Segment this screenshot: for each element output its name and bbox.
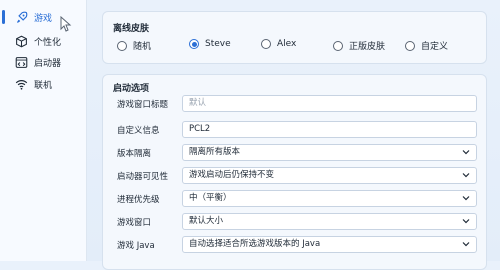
launcher-visibility-row: 启动器可见性 游戏启动后仍保持不变 <box>103 167 488 185</box>
sidebar-item-game[interactable]: 游戏 <box>0 6 86 28</box>
window-title-input[interactable]: 默认 <box>182 95 477 112</box>
chevron-down-icon <box>462 173 470 178</box>
launch-options-card: 启动选项 游戏窗口标题 默认 自定义信息 PCL2 版本隔离 隔离所有版本 启动… <box>102 74 487 270</box>
skin-option-random[interactable]: 随机 <box>117 39 151 52</box>
skin-option-label: Steve <box>205 39 231 49</box>
sidebar-item-label: 联机 <box>34 80 53 91</box>
custom-info-label: 自定义信息 <box>117 126 160 136</box>
process-priority-label: 进程优先级 <box>117 195 160 205</box>
offline-skin-title: 离线皮肤 <box>113 24 150 34</box>
radio-circle <box>261 39 271 49</box>
version-isolation-select[interactable]: 隔离所有版本 <box>182 144 477 161</box>
launcher-visibility-label: 启动器可见性 <box>117 172 169 182</box>
rocket-icon <box>14 10 28 24</box>
game-window-value: 默认大小 <box>189 216 224 226</box>
skin-option-label: 自定义 <box>421 42 449 52</box>
mouse-cursor-icon <box>60 16 72 32</box>
game-window-select[interactable]: 默认大小 <box>182 213 477 230</box>
version-isolation-row: 版本隔离 隔离所有版本 <box>103 144 488 162</box>
version-isolation-label: 版本隔离 <box>117 149 152 159</box>
game-java-label: 游戏 Java <box>117 241 155 251</box>
cube-icon <box>14 34 28 48</box>
skin-option-label: 随机 <box>133 42 152 52</box>
version-isolation-value: 隔离所有版本 <box>189 147 241 157</box>
process-priority-row: 进程优先级 中（平衡） <box>103 190 488 208</box>
chevron-down-icon <box>462 150 470 155</box>
game-window-row: 游戏窗口 默认大小 <box>103 213 488 231</box>
radio-circle <box>117 40 127 51</box>
radio-circle <box>405 40 415 51</box>
window-title-row: 游戏窗口标题 默认 <box>103 95 488 113</box>
sidebar-item-multiplayer[interactable]: 联机 <box>0 73 86 95</box>
sidebar-item-launcher[interactable]: 启动器 <box>0 51 86 73</box>
active-indicator <box>2 10 5 24</box>
custom-info-row: 自定义信息 PCL2 <box>103 121 488 139</box>
game-window-label: 游戏窗口 <box>117 218 152 228</box>
game-java-value: 自动选择适合所选游戏版本的 Java <box>189 239 321 249</box>
skin-radio-group: 随机 Steve Alex 正版皮肤 自定义 <box>103 39 488 53</box>
launcher-visibility-select[interactable]: 游戏启动后仍保持不变 <box>182 167 477 184</box>
skin-option-custom[interactable]: 自定义 <box>405 39 448 52</box>
sidebar-item-label: 启动器 <box>34 58 62 69</box>
launch-options-title: 启动选项 <box>113 84 150 94</box>
skin-option-label: Alex <box>277 39 297 49</box>
custom-info-input[interactable]: PCL2 <box>182 121 477 138</box>
chevron-down-icon <box>462 242 470 247</box>
radio-circle <box>189 39 199 49</box>
skin-option-label: 正版皮肤 <box>349 42 386 52</box>
skin-option-alex[interactable]: Alex <box>261 39 296 49</box>
sidebar-item-personalize[interactable]: 个性化 <box>0 30 86 52</box>
sidebar: 游戏 个性化 启动器 联机 <box>0 0 87 261</box>
radio-circle <box>333 40 343 51</box>
game-java-select[interactable]: 自动选择适合所选游戏版本的 Java <box>182 236 477 253</box>
game-java-row: 游戏 Java 自动选择适合所选游戏版本的 Java <box>103 236 488 254</box>
process-priority-value: 中（平衡） <box>189 193 232 203</box>
skin-option-official[interactable]: 正版皮肤 <box>333 39 385 52</box>
skin-option-steve[interactable]: Steve <box>189 39 231 49</box>
launcher-visibility-value: 游戏启动后仍保持不变 <box>189 170 275 180</box>
chevron-down-icon <box>462 219 470 224</box>
sidebar-item-label: 游戏 <box>34 13 53 24</box>
code-window-icon <box>14 55 28 69</box>
sidebar-item-label: 个性化 <box>34 37 62 48</box>
process-priority-select[interactable]: 中（平衡） <box>182 190 477 207</box>
chevron-down-icon <box>462 196 470 201</box>
wifi-icon <box>14 77 28 91</box>
offline-skin-card: 离线皮肤 随机 Steve Alex 正版皮肤 自定义 <box>102 11 487 64</box>
window-title-label: 游戏窗口标题 <box>117 100 169 110</box>
